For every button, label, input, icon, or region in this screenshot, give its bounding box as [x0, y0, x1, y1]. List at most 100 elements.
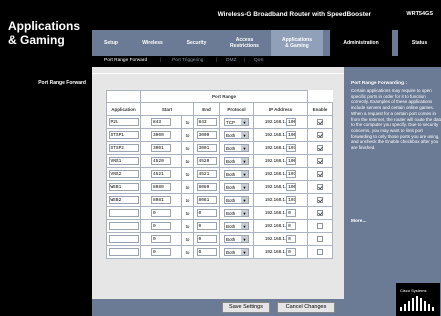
application-input[interactable] — [108, 235, 139, 243]
start-port-input[interactable]: 0 — [150, 209, 171, 217]
end-port-input[interactable]: 843 — [196, 118, 217, 126]
ip-last-octet-input[interactable]: 100 — [286, 183, 297, 191]
end-port-input[interactable]: 8080 — [196, 183, 217, 191]
enable-checkbox[interactable] — [317, 132, 323, 138]
protocol-value: Both — [226, 210, 236, 216]
start-port-input[interactable]: 0 — [150, 235, 171, 243]
save-settings-button[interactable]: Save Settings — [222, 302, 270, 313]
application-input[interactable]: WEB1 — [108, 183, 139, 191]
ip-last-octet-input[interactable]: 0 — [286, 235, 297, 243]
ip-last-octet-input[interactable]: 100 — [286, 118, 297, 126]
protocol-select[interactable]: Both ▼ — [224, 209, 249, 217]
protocol-select[interactable]: Both ▼ — [224, 248, 249, 256]
end-port-input[interactable]: 8081 — [196, 196, 217, 204]
end-port-input[interactable]: 3000 — [196, 131, 217, 139]
start-port-input[interactable]: 0 — [150, 248, 171, 256]
application-input[interactable]: STSP2 — [108, 144, 139, 152]
application-input[interactable]: WEB2 — [108, 196, 139, 204]
column-header-protocol: Protocol — [219, 102, 254, 116]
chevron-down-icon: ▼ — [241, 184, 248, 190]
end-port-input[interactable]: 0 — [196, 222, 217, 230]
start-port-input[interactable]: 3001 — [150, 144, 171, 152]
protocol-select[interactable]: Both ▼ — [224, 170, 249, 178]
start-port-input[interactable]: 8081 — [150, 196, 171, 204]
ip-last-octet-input[interactable]: 101 — [286, 170, 297, 178]
end-port-input[interactable]: 4521 — [196, 170, 217, 178]
enable-checkbox[interactable] — [317, 223, 323, 229]
protocol-value: Both — [226, 249, 236, 255]
enable-checkbox[interactable] — [317, 210, 323, 216]
ip-prefix: 192.168.1. — [264, 223, 287, 229]
enable-checkbox[interactable] — [317, 197, 323, 203]
start-port-input[interactable]: 4520 — [150, 157, 171, 165]
enable-checkbox[interactable] — [317, 171, 323, 177]
ip-last-octet-input[interactable]: 0 — [286, 222, 297, 230]
end-port-input[interactable]: 4520 — [196, 157, 217, 165]
ip-address-cell: 192.168.1. 101 — [253, 141, 308, 155]
column-header-application: Application — [106, 102, 141, 116]
protocol-value: TCP — [226, 119, 235, 125]
tab-access-restrictions[interactable]: Access Restrictions — [218, 30, 271, 56]
tab-status[interactable]: Status — [398, 30, 441, 56]
protocol-select[interactable]: Both ▼ — [224, 196, 249, 204]
enable-checkbox[interactable] — [317, 158, 323, 164]
enable-cell — [307, 193, 333, 207]
help-more-link[interactable]: More... — [351, 219, 366, 224]
application-input[interactable] — [108, 209, 139, 217]
tab-applications-gaming[interactable]: Applications & Gaming — [271, 30, 323, 56]
ip-last-octet-input[interactable]: 101 — [286, 196, 297, 204]
start-port-input[interactable]: 4521 — [150, 170, 171, 178]
subtab-port-triggering[interactable]: Port Triggering — [172, 58, 203, 63]
help-text: Certain applications may require to open… — [351, 88, 441, 151]
start-cell: 0 — [140, 232, 182, 246]
application-input[interactable] — [108, 248, 139, 256]
application-cell — [106, 206, 141, 220]
tab-setup[interactable]: Setup — [92, 30, 130, 56]
end-port-input[interactable]: 0 — [196, 235, 217, 243]
enable-checkbox[interactable] — [317, 236, 323, 242]
end-port-input[interactable]: 0 — [196, 248, 217, 256]
tab-wireless[interactable]: Wireless — [130, 30, 175, 56]
start-port-input[interactable]: 843 — [150, 118, 171, 126]
tab-administration[interactable]: Administration — [330, 30, 392, 56]
end-port-input[interactable]: 0 — [196, 209, 217, 217]
enable-checkbox[interactable] — [317, 119, 323, 125]
protocol-select[interactable]: Both ▼ — [224, 222, 249, 230]
subtab-port-range-forward[interactable]: Port Range Forward — [104, 58, 147, 63]
enable-checkbox[interactable] — [317, 184, 323, 190]
protocol-value: Both — [226, 184, 236, 190]
application-input[interactable]: P2L — [108, 118, 139, 126]
protocol-select[interactable]: Both ▼ — [224, 235, 249, 243]
table-row: VNS2 4521 to 4521 Both ▼ 192.168.1. 101 — [106, 167, 333, 181]
subtab-dmz[interactable]: DMZ — [226, 58, 236, 63]
start-port-input[interactable]: 3000 — [150, 131, 171, 139]
tab-security[interactable]: Security — [175, 30, 218, 56]
ip-last-octet-input[interactable]: 0 — [286, 209, 297, 217]
start-port-input[interactable]: 8080 — [150, 183, 171, 191]
protocol-select[interactable]: Both ▼ — [224, 144, 249, 152]
application-input[interactable]: STSP1 — [108, 131, 139, 139]
application-input[interactable]: VNS2 — [108, 170, 139, 178]
ip-address-cell: 192.168.1. 101 — [253, 193, 308, 207]
protocol-select[interactable]: Both ▼ — [224, 157, 249, 165]
enable-checkbox[interactable] — [317, 145, 323, 151]
application-input[interactable]: VNS1 — [108, 157, 139, 165]
protocol-select[interactable]: Both ▼ — [224, 183, 249, 191]
enable-checkbox[interactable] — [317, 249, 323, 255]
ip-last-octet-input[interactable]: 0 — [286, 248, 297, 256]
table-row: STSP1 3000 to 3000 Both ▼ 192.168.1. 100 — [106, 128, 333, 142]
cancel-changes-button[interactable]: Cancel Changes — [277, 302, 335, 313]
application-input[interactable] — [108, 222, 139, 230]
section-title-line2: & Gaming — [8, 33, 65, 47]
protocol-select[interactable]: TCP ▼ — [224, 118, 249, 126]
subtab-qos[interactable]: QoS — [254, 58, 264, 63]
sidebar-label: Port Range Forward — [38, 80, 86, 86]
ip-last-octet-input[interactable]: 101 — [286, 144, 297, 152]
ip-last-octet-input[interactable]: 100 — [286, 157, 297, 165]
start-port-input[interactable]: 0 — [150, 222, 171, 230]
to-cell: to — [180, 167, 195, 181]
end-port-input[interactable]: 3001 — [196, 144, 217, 152]
ip-last-octet-input[interactable]: 100 — [286, 131, 297, 139]
protocol-select[interactable]: Both ▼ — [224, 131, 249, 139]
chevron-down-icon: ▼ — [241, 132, 248, 138]
